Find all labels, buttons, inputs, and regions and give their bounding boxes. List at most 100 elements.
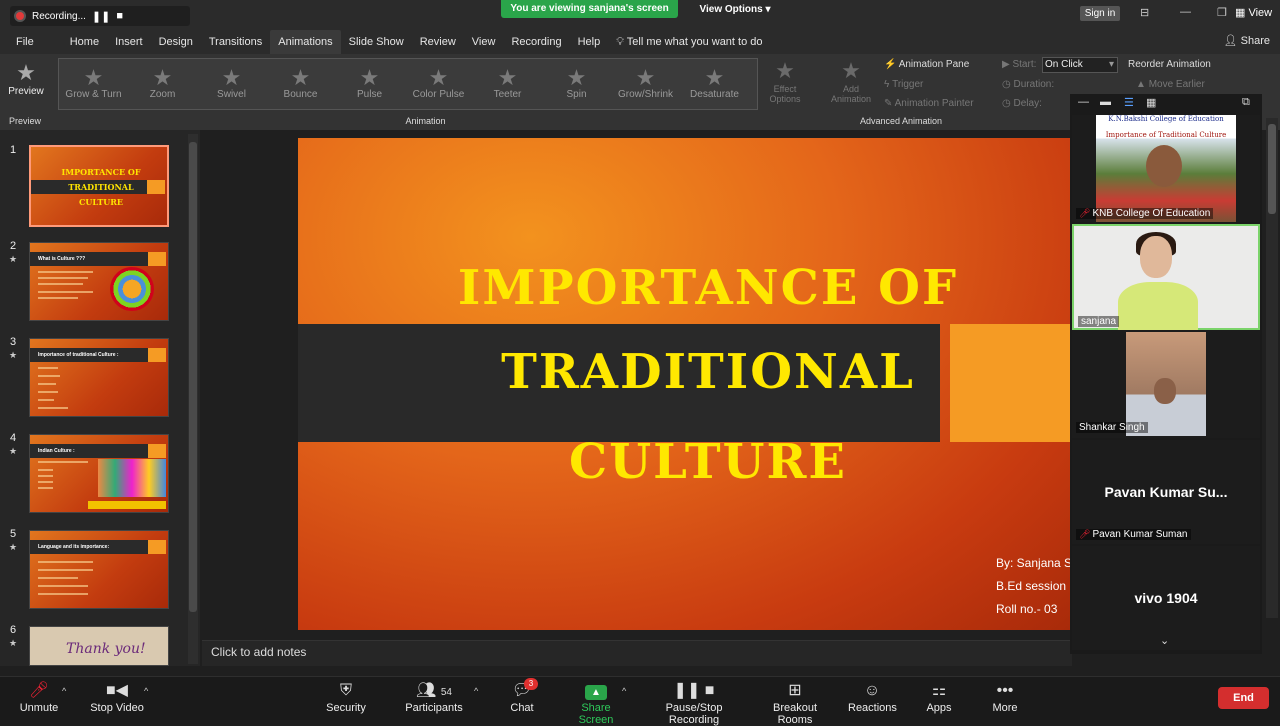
anim-zoom[interactable]: ★ Zoom (128, 59, 197, 109)
video-tile-pavan[interactable]: Pavan Kumar Su... 🎤︎ Pavan Kumar Suman (1072, 440, 1260, 544)
animation-pane-button[interactable]: ⚡ Animation Pane (884, 59, 969, 70)
apps-button[interactable]: ⚏ Apps (922, 680, 956, 714)
participant-name: 🎤︎ KNB College Of Education (1076, 208, 1214, 219)
anim-bounce[interactable]: ★ Bounce (266, 59, 335, 109)
move-earlier-button[interactable]: ▲ Move Earlier (1136, 79, 1205, 90)
window-layout-icon[interactable]: ⊟ (1140, 6, 1149, 19)
tab-file[interactable]: File (0, 30, 42, 54)
end-meeting-button[interactable]: End (1218, 687, 1269, 709)
slide-thumbnail-1[interactable]: IMPORTANCE OF TRADITIONAL CULTURE (29, 145, 169, 227)
current-slide[interactable]: IMPORTANCE OF TRADITIONAL CULTURE By: Sa… (298, 138, 1073, 630)
minimize-icon[interactable]: — (1180, 6, 1191, 18)
participants-icon: 👥︎ 54 (416, 682, 452, 699)
share-screen-button[interactable]: ▲ Share Screen (564, 680, 628, 726)
slide-number: 6 (10, 624, 17, 636)
reactions-button[interactable]: ☺ Reactions (848, 680, 897, 714)
tab-transitions[interactable]: Transitions (201, 30, 270, 54)
anim-desaturate[interactable]: ★ Desaturate (680, 59, 749, 109)
grid-icon: ▦ (1235, 7, 1246, 19)
tab-home[interactable]: Home (62, 30, 107, 54)
anim-color-pulse[interactable]: ★ Color Pulse (404, 59, 473, 109)
gallery-view-icon[interactable]: ▦ (1146, 96, 1156, 109)
tab-view[interactable]: View (464, 30, 504, 54)
participants-button[interactable]: 👥︎ 54 Participants (404, 680, 464, 714)
slide-author: By: Sanjana S (996, 556, 1073, 570)
notes-input[interactable]: Click to add notes (202, 640, 1072, 666)
slide-thumbnail-3[interactable]: Importance of traditional Culture : (29, 338, 169, 417)
chevron-up-icon[interactable]: ^ (622, 686, 626, 696)
anim-pulse[interactable]: ★ Pulse (335, 59, 404, 109)
anim-teeter[interactable]: ★ Teeter (473, 59, 542, 109)
breakout-rooms-button[interactable]: ⊞ Breakout Rooms (756, 680, 834, 726)
anim-label: Bounce (283, 89, 318, 100)
view-button[interactable]: ▦ View (1235, 6, 1272, 19)
video-tile-vivo[interactable]: vivo 1904 ⌄ (1072, 546, 1260, 650)
tab-recording[interactable]: Recording (503, 30, 569, 54)
security-button[interactable]: ⛨ Security (326, 680, 366, 714)
slide-thumbnail-4[interactable]: Indian Culture : (29, 434, 169, 513)
chevron-up-icon[interactable]: ^ (144, 686, 148, 696)
slide-number: 2 (10, 240, 17, 252)
more-button[interactable]: ••• More (988, 680, 1022, 714)
slide-thumbnail-2[interactable]: What is Culture ??? (29, 242, 169, 321)
slide-title-line-1: IMPORTANCE OF (457, 260, 959, 316)
video-header-topic: Importance of Traditional Culture (1105, 131, 1227, 139)
pause-icon[interactable]: ❚❚ (92, 10, 110, 23)
preview-button[interactable]: ★ Preview (6, 60, 46, 110)
tell-me-box[interactable]: 💡︎ Tell me what you want to do (608, 36, 762, 49)
anim-label: Swivel (217, 89, 246, 100)
anim-swivel[interactable]: ★ Swivel (197, 59, 266, 109)
video-panel-scrollbar[interactable] (1266, 118, 1278, 618)
unmute-button[interactable]: 🎤︎ Unmute (18, 680, 60, 714)
animation-star-icon: ★ (9, 350, 18, 360)
preview-group-label: Preview (8, 116, 41, 126)
star-icon: ★ (497, 65, 518, 90)
popout-icon[interactable]: ⧉ (1242, 96, 1250, 109)
single-view-icon[interactable]: ▬ (1100, 96, 1111, 108)
trigger-button[interactable]: ϟ Trigger (884, 79, 923, 90)
share-button[interactable]: 👤︎ Share (1224, 34, 1270, 47)
anim-spin[interactable]: ★ Spin (542, 59, 611, 109)
lightning-icon: ϟ (884, 79, 890, 90)
chevron-up-icon[interactable]: ^ (62, 686, 66, 696)
tab-design[interactable]: Design (151, 30, 201, 54)
thumb-title: Indian Culture : (38, 448, 75, 454)
minimize-panel-icon[interactable]: — (1078, 96, 1089, 108)
tab-help[interactable]: Help (570, 30, 609, 54)
thumbnail-scrollbar[interactable] (188, 134, 198, 664)
pause-stop-recording-button[interactable]: ❚❚ ■ Pause/Stop Recording (642, 680, 746, 726)
tab-review[interactable]: Review (412, 30, 464, 54)
tab-insert[interactable]: Insert (107, 30, 151, 54)
video-camera-icon: ■◀ (106, 682, 128, 699)
participant-face (1146, 145, 1182, 187)
stop-video-button[interactable]: ■◀ Stop Video (90, 680, 144, 714)
animation-painter-button[interactable]: ✎ Animation Painter (884, 98, 974, 109)
stop-icon[interactable]: ■ (116, 10, 123, 22)
tab-slide-show[interactable]: Slide Show (341, 30, 412, 54)
viewing-banner: You are viewing sanjana's screen (501, 0, 678, 18)
delay-label-text: Delay: (1013, 98, 1042, 109)
effect-options-label: Effect (773, 84, 797, 94)
anim-label: Grow & Turn (65, 89, 122, 100)
view-options-button[interactable]: View Options ▾ (690, 2, 780, 18)
slide-thumbnail-5[interactable]: Language and its importance: (29, 530, 169, 609)
apps-icon: ⚏ (931, 682, 947, 699)
video-tile-knb[interactable]: K.N.Bakshi College of Education Importan… (1072, 115, 1260, 222)
speaker-view-icon[interactable]: ☰ (1124, 96, 1134, 109)
restore-icon[interactable]: ❐ (1217, 6, 1227, 19)
effect-options-button[interactable]: ★ Effect Options (762, 58, 808, 114)
participant-face (1140, 236, 1172, 278)
video-header-college: K.N.Bakshi College of Education (1108, 115, 1224, 123)
unmute-label: Unmute (19, 702, 59, 714)
chevron-down-icon[interactable]: ⌄ (1160, 634, 1169, 647)
chevron-up-icon[interactable]: ^ (474, 686, 478, 696)
video-tile-sanjana[interactable]: sanjana (1072, 224, 1260, 332)
slide-thumbnail-6[interactable]: Thank you! (29, 626, 169, 666)
video-tile-shankar[interactable]: Shankar Singh (1072, 330, 1260, 438)
add-animation-button[interactable]: ★ Add Animation (826, 58, 876, 114)
anim-grow-shrink[interactable]: ★ Grow/Shrink (611, 59, 680, 109)
anim-grow-turn[interactable]: ★ Grow & Turn (59, 59, 128, 109)
tab-animations[interactable]: Animations (270, 30, 341, 54)
sign-in-button[interactable]: Sign in (1080, 6, 1120, 21)
start-select[interactable]: On Click ▾ (1042, 57, 1118, 73)
